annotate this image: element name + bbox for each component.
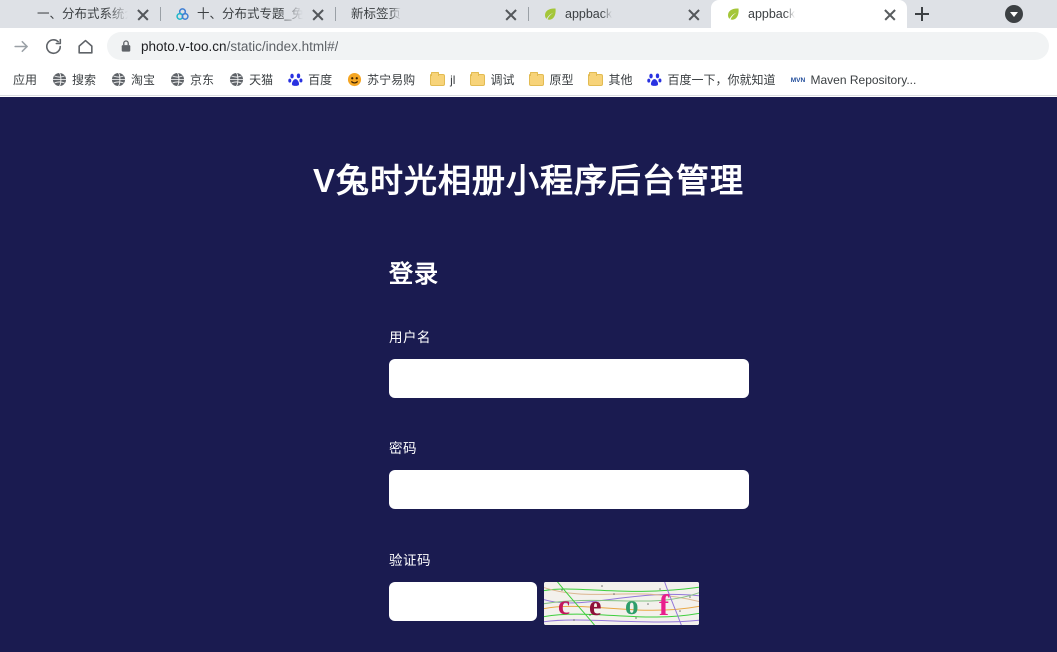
bookmark-folder-debug[interactable]: 调试 [462,69,521,91]
password-input[interactable] [389,470,749,509]
bookmark-folder-jl[interactable]: jl [422,69,462,91]
chevron-down-icon[interactable] [1005,5,1023,23]
forward-arrow-icon[interactable] [6,31,36,61]
bookmark-item-5[interactable]: 百度 [280,69,339,91]
globe-icon [51,72,67,88]
home-icon[interactable] [70,31,100,61]
tab-favicon-blank [14,6,30,22]
browser-tab-1[interactable]: 一、分布式系统介绍以 [0,0,160,28]
login-heading: 登录 [389,261,439,288]
tab-title: 十、分布式专题_免费高 [197,7,303,21]
bookmark-item-baidu[interactable]: 百度一下，你就知道 [640,69,783,91]
bookmark-label: 百度一下，你就知道 [667,72,776,87]
maven-icon: MVN [789,72,806,88]
new-tab-button[interactable] [907,0,937,28]
svg-text:c: c [558,590,570,620]
bookmark-label: 原型 [549,72,574,87]
page-title: V兔时光相册小程序后台管理 [312,162,744,199]
bookmark-label: 调试 [490,72,515,87]
bookmark-item-2[interactable]: 淘宝 [103,69,162,91]
folder-icon [469,71,485,88]
tabstrip-spacer [937,0,1005,28]
suning-icon [346,72,362,88]
bookmark-item-6[interactable]: 苏宁易购 [339,69,422,91]
login-form: 登录 用户名 密码 验证码 c e o f [389,254,789,625]
bookmark-label: 搜索 [72,72,97,87]
browser-toolbar: photo.v-too.cn/static/index.html#/ [0,28,1057,64]
username-input[interactable] [389,359,749,398]
folder-icon [429,71,445,88]
browser-window: 一、分布式系统介绍以 十、分布式专题_免费高 新标签页 [0,0,1057,652]
green-leaf-icon [725,6,741,22]
tab-title: 一、分布式系统介绍以 [37,7,128,21]
globe-icon [228,72,244,88]
browser-tab-2[interactable]: 十、分布式专题_免费高 [160,0,335,28]
baidu-paw-icon [647,72,663,88]
globe-icon [110,72,126,88]
folder-icon [587,71,603,88]
browser-tab-4[interactable]: appback [528,0,711,28]
url-path: /static/index.html#/ [226,38,339,54]
address-bar-url: photo.v-too.cn/static/index.html#/ [141,39,338,54]
bookmark-item-3[interactable]: 京东 [162,69,221,91]
captcha-row: c e o f [389,582,789,625]
tab-close-icon[interactable] [135,6,151,22]
bookmark-item-maven[interactable]: MVN Maven Repository... [783,69,924,91]
tab-divider [335,7,336,21]
browser-tab-5-active[interactable]: appback [711,0,907,28]
green-leaf-icon [542,6,558,22]
tab-close-icon[interactable] [310,6,326,22]
bookmark-label: Maven Repository... [810,72,917,87]
address-bar[interactable]: photo.v-too.cn/static/index.html#/ [107,32,1049,60]
svg-text:f: f [659,589,670,622]
tab-close-icon[interactable] [503,6,519,22]
captcha-input[interactable] [389,582,537,621]
tab-strip: 一、分布式系统介绍以 十、分布式专题_免费高 新标签页 [0,0,1057,28]
bookmark-folder-other[interactable]: 其他 [580,69,639,91]
password-field-group: 密码 [389,437,789,509]
password-label: 密码 [389,441,417,456]
browser-tab-3[interactable]: 新标签页 [335,0,528,28]
bookmark-label: 苏宁易购 [367,72,416,87]
url-host: photo.v-too.cn [141,38,227,54]
bookmark-item-1[interactable]: 搜索 [44,69,103,91]
reload-icon[interactable] [38,31,68,61]
bookmark-label: 应用 [13,72,38,87]
bookmark-apps[interactable]: 应用 [6,69,44,91]
bookmark-label: 天猫 [249,72,274,87]
svg-text:o: o [625,590,639,620]
bookmarks-bar: 应用 搜索 淘宝 京东 天猫 百度 苏宁易购 jl 调试 原型 其他 百度一下，… [0,64,1057,96]
svg-text:MVN: MVN [790,77,805,84]
captcha-label: 验证码 [389,553,431,568]
tab-title: appback [748,7,796,21]
tab-close-icon[interactable] [686,6,702,22]
baidu-paw-icon [287,72,303,88]
username-label: 用户名 [389,330,431,345]
bookmark-label: jl [450,72,456,87]
tab-title: appback [565,7,613,21]
login-page: V兔时光相册小程序后台管理 登录 用户名 密码 验证码 c e o f [0,97,1057,652]
bookmark-folder-prototype[interactable]: 原型 [521,69,580,91]
tab-title: 新标签页 [351,7,402,21]
globe-icon [169,72,185,88]
captcha-image[interactable]: c e o f [544,582,699,625]
folder-icon [528,71,544,88]
tab-close-icon[interactable] [882,6,898,22]
blue-circles-icon [174,6,190,22]
captcha-field-group: 验证码 c e o f [389,549,789,625]
svg-text:e: e [589,591,601,622]
bookmark-label: 百度 [308,72,333,87]
tab-divider [160,7,161,21]
page-viewport: V兔时光相册小程序后台管理 登录 用户名 密码 验证码 c e o f [0,97,1057,652]
bookmark-item-4[interactable]: 天猫 [221,69,280,91]
bookmark-label: 淘宝 [131,72,156,87]
tab-divider [528,7,529,21]
username-field-group: 用户名 [389,326,789,398]
lock-icon [120,39,132,53]
bookmark-label: 京东 [190,72,215,87]
bookmark-label: 其他 [608,72,633,87]
